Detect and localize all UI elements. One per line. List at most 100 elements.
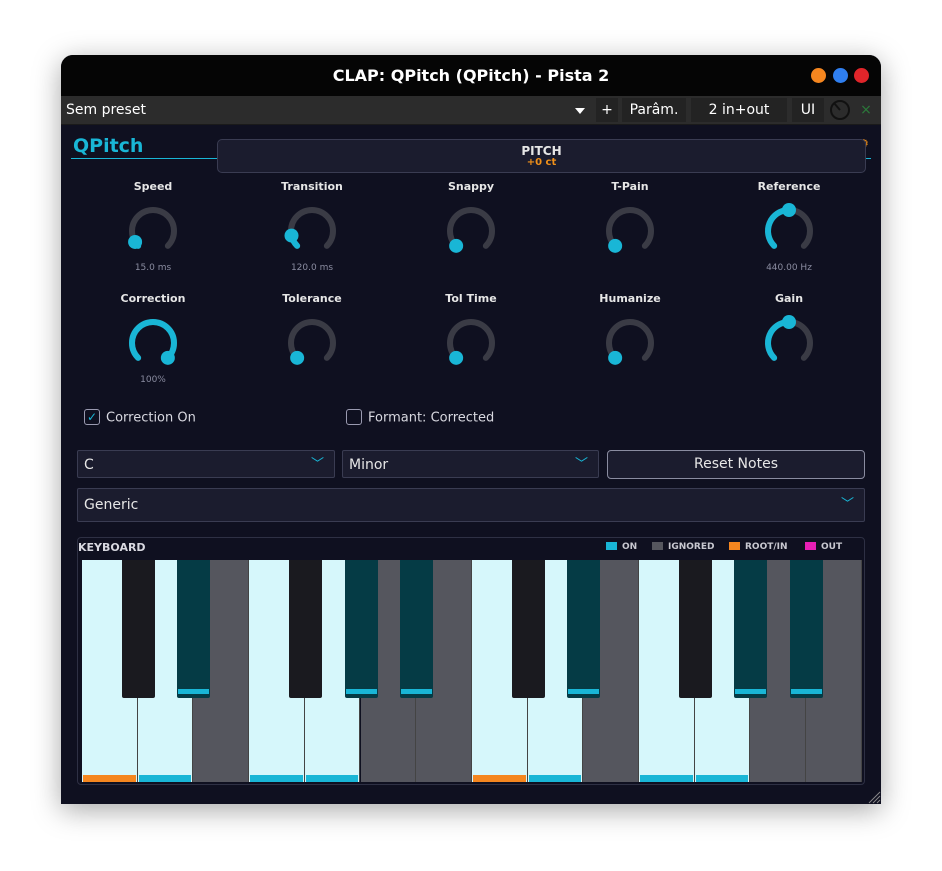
bypass-button[interactable]: × — [856, 98, 876, 122]
black-key[interactable] — [121, 560, 155, 698]
correction-on-label: Correction On — [106, 410, 196, 426]
black-key[interactable] — [288, 560, 322, 698]
knob-dial-icon — [129, 319, 177, 365]
knob-value — [242, 375, 382, 387]
resize-grip-icon[interactable] — [865, 788, 881, 804]
legend-label: ON — [622, 542, 638, 552]
key-state-marker — [401, 689, 433, 694]
knob-dial-icon — [447, 207, 495, 253]
black-key[interactable] — [177, 560, 211, 698]
ui-button[interactable]: UI — [792, 98, 824, 122]
knob-label: Reference — [757, 180, 821, 193]
dry-wet-knob[interactable] — [827, 98, 853, 122]
knob-label: Transition — [281, 180, 343, 193]
window-title: CLAP: QPitch (QPitch) - Pista 2 — [332, 66, 610, 85]
params-button[interactable]: Parâm. — [622, 98, 686, 122]
legend-swatch — [805, 541, 816, 550]
knob-label: Gain — [774, 292, 804, 305]
black-key[interactable] — [734, 560, 768, 698]
knob-transition[interactable]: Transition 120.0 ms — [242, 180, 382, 275]
pitch-display: PITCH +0 ct — [217, 139, 866, 173]
plugin-ui: QPitch ⚙ PITCH +0 ct Speed15.0 msTransit… — [61, 125, 881, 804]
chevron-down-icon: ﹀ — [840, 497, 854, 512]
maximize-button[interactable] — [833, 68, 848, 83]
io-button[interactable]: 2 in+out — [691, 98, 787, 122]
preset-label: Sem preset — [66, 102, 146, 118]
legend-item-out: OUT — [805, 541, 843, 552]
black-key[interactable] — [678, 560, 712, 698]
legend-label: OUT — [821, 542, 843, 552]
knob-dial-icon — [765, 203, 813, 249]
black-key[interactable] — [344, 560, 378, 698]
titlebar: CLAP: QPitch (QPitch) - Pista 2 — [61, 55, 881, 96]
key-state-marker — [345, 689, 377, 694]
knob-humanize[interactable]: Humanize — [560, 292, 700, 387]
host-toolbar: Sem preset + Parâm. 2 in+out UI × — [61, 96, 881, 125]
knob-snappy[interactable]: Snappy — [401, 180, 541, 275]
knob-dial-icon — [765, 315, 813, 361]
knob-label: T-Pain — [611, 180, 649, 193]
pitch-label: PITCH — [521, 144, 562, 158]
add-preset-button[interactable]: + — [596, 98, 618, 122]
legend-item-root-in: ROOT/IN — [729, 541, 788, 552]
key-state-marker — [250, 775, 303, 782]
scale-select-value: Minor — [349, 457, 389, 473]
formant-label: Formant: Corrected — [368, 410, 495, 426]
chevron-down-icon: ﹀ — [310, 457, 324, 472]
knob-value: 100% — [140, 375, 166, 385]
knob-label: Correction — [120, 292, 186, 305]
key-state-marker — [735, 689, 767, 694]
black-key[interactable] — [790, 560, 824, 698]
close-window-button[interactable] — [854, 68, 869, 83]
legend-swatch — [652, 541, 663, 550]
key-state-marker — [305, 775, 359, 782]
knob-correction[interactable]: Correction 100% — [83, 292, 223, 387]
knob-icon — [830, 100, 850, 120]
legend-item-ignored: IGNORED — [652, 541, 714, 552]
knob-tol-time[interactable]: Tol Time — [401, 292, 541, 387]
knob-value — [401, 375, 541, 387]
black-key[interactable] — [400, 560, 434, 698]
knob-value: 120.0 ms — [290, 263, 334, 273]
chevron-down-icon: ﹀ — [574, 457, 588, 472]
minimize-button[interactable] — [811, 68, 826, 83]
preset-select[interactable]: Generic ﹀ — [77, 488, 865, 522]
knob-tolerance[interactable]: Tolerance — [242, 292, 382, 387]
formant-checkbox[interactable]: Formant: Corrected — [346, 409, 495, 426]
knob-label: Snappy — [447, 180, 495, 193]
knob-speed[interactable]: Speed 15.0 ms — [83, 180, 223, 275]
reset-notes-button[interactable]: Reset Notes — [607, 450, 865, 479]
knob-value — [560, 375, 700, 387]
key-state-marker — [178, 689, 210, 694]
knob-dial-icon — [288, 319, 336, 365]
knob-gain[interactable]: Gain — [719, 292, 859, 387]
knob-dial-icon — [128, 207, 177, 249]
key-select-value: C — [84, 457, 94, 473]
black-key[interactable] — [511, 560, 545, 698]
legend-swatch — [606, 541, 617, 550]
plugin-name: QPitch — [73, 135, 144, 157]
knob-reference[interactable]: Reference 440.00 Hz — [719, 180, 859, 275]
knob-value — [560, 263, 700, 275]
key-select[interactable]: C ﹀ — [77, 450, 335, 478]
key-state-marker — [138, 775, 192, 782]
knob-dial-icon — [606, 207, 654, 253]
dropdown-arrow-icon — [575, 108, 585, 114]
legend-swatch — [729, 541, 740, 550]
keyboard-title: KEYBOARD — [78, 541, 146, 554]
preset-dropdown[interactable]: Sem preset — [61, 98, 596, 122]
plugin-window: CLAP: QPitch (QPitch) - Pista 2 Sem pres… — [61, 55, 881, 804]
knob-t-pain[interactable]: T-Pain — [560, 180, 700, 275]
knob-value: 440.00 Hz — [766, 263, 812, 273]
scale-select[interactable]: Minor ﹀ — [342, 450, 599, 478]
preset-select-value: Generic — [84, 497, 139, 513]
black-key[interactable] — [567, 560, 601, 698]
knob-dial-icon — [606, 319, 654, 365]
legend-item-on: ON — [606, 541, 638, 552]
knob-label: Tol Time — [445, 292, 497, 305]
correction-on-checkbox[interactable]: ✓ Correction On — [84, 409, 196, 426]
key-state-marker — [568, 689, 600, 694]
key-state-marker — [640, 775, 693, 782]
knob-dial-icon — [284, 207, 336, 249]
key-state-marker — [695, 775, 749, 782]
